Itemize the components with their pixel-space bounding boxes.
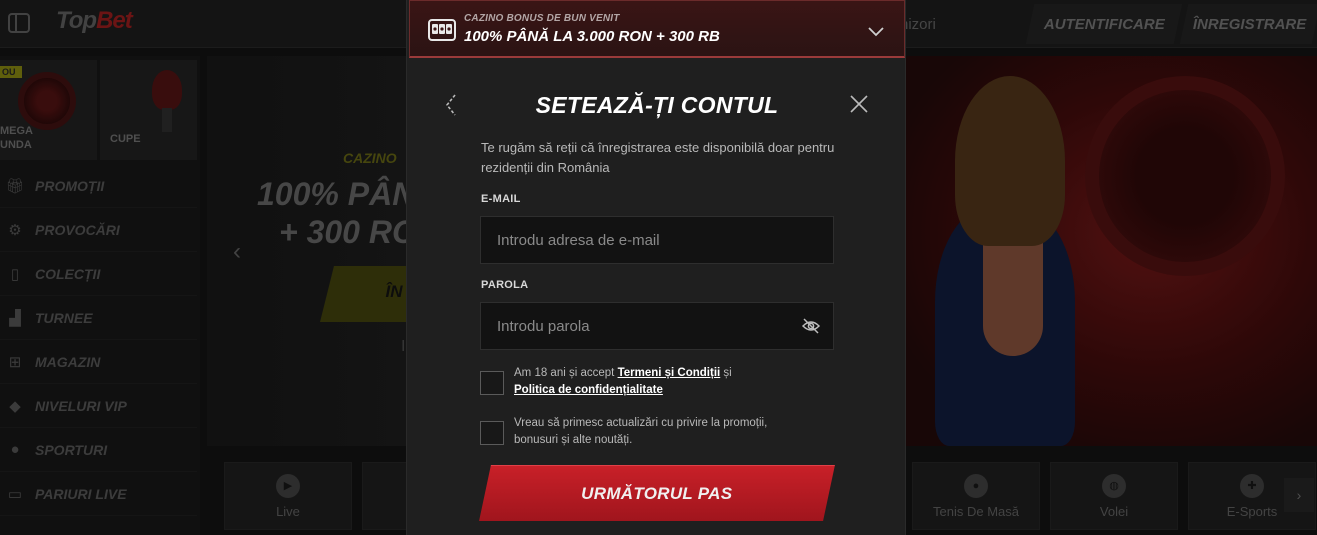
password-label: PAROLA	[481, 279, 529, 291]
bonus-title: 100% PÂNĂ LA 3.000 RON + 300 RB	[464, 28, 720, 45]
email-field[interactable]	[497, 217, 797, 263]
email-label: E-MAIL	[481, 193, 521, 205]
privacy-policy-link[interactable]: Politica de confidențialitate	[514, 384, 663, 396]
password-field-wrapper	[480, 302, 834, 350]
next-step-button[interactable]: URMĂTORUL PAS	[479, 465, 835, 521]
terms-prefix: Am 18 ani și accept	[514, 367, 618, 379]
terms-checkbox[interactable]	[480, 371, 504, 395]
terms-mid: și	[720, 367, 732, 379]
close-icon[interactable]	[847, 92, 871, 116]
slot-machine-icon	[428, 19, 456, 41]
newsletter-text: Vreau să primesc actualizări cu privire …	[514, 417, 768, 446]
registration-modal: CAZINO BONUS DE BUN VENIT 100% PÂNĂ LA 3…	[406, 0, 906, 535]
terms-text: Am 18 ani și accept Termeni și Condiții …	[514, 365, 814, 399]
residency-notice: Te rugăm să reții că înregistrarea este …	[481, 140, 835, 175]
modal-title: SETEAZĂ-ȚI CONTUL	[535, 92, 779, 118]
chevron-down-icon[interactable]	[866, 21, 886, 41]
bonus-subtitle: CAZINO BONUS DE BUN VENIT	[464, 13, 620, 24]
email-field-wrapper	[480, 216, 834, 264]
terms-link[interactable]: Termeni și Condiții	[618, 367, 721, 379]
welcome-bonus-dropdown[interactable]: CAZINO BONUS DE BUN VENIT 100% PÂNĂ LA 3…	[409, 0, 905, 58]
eye-off-icon[interactable]	[801, 317, 821, 335]
password-field[interactable]	[497, 303, 797, 349]
newsletter-checkbox[interactable]	[480, 421, 504, 445]
next-step-label: URMĂTORUL PAS	[581, 484, 733, 503]
